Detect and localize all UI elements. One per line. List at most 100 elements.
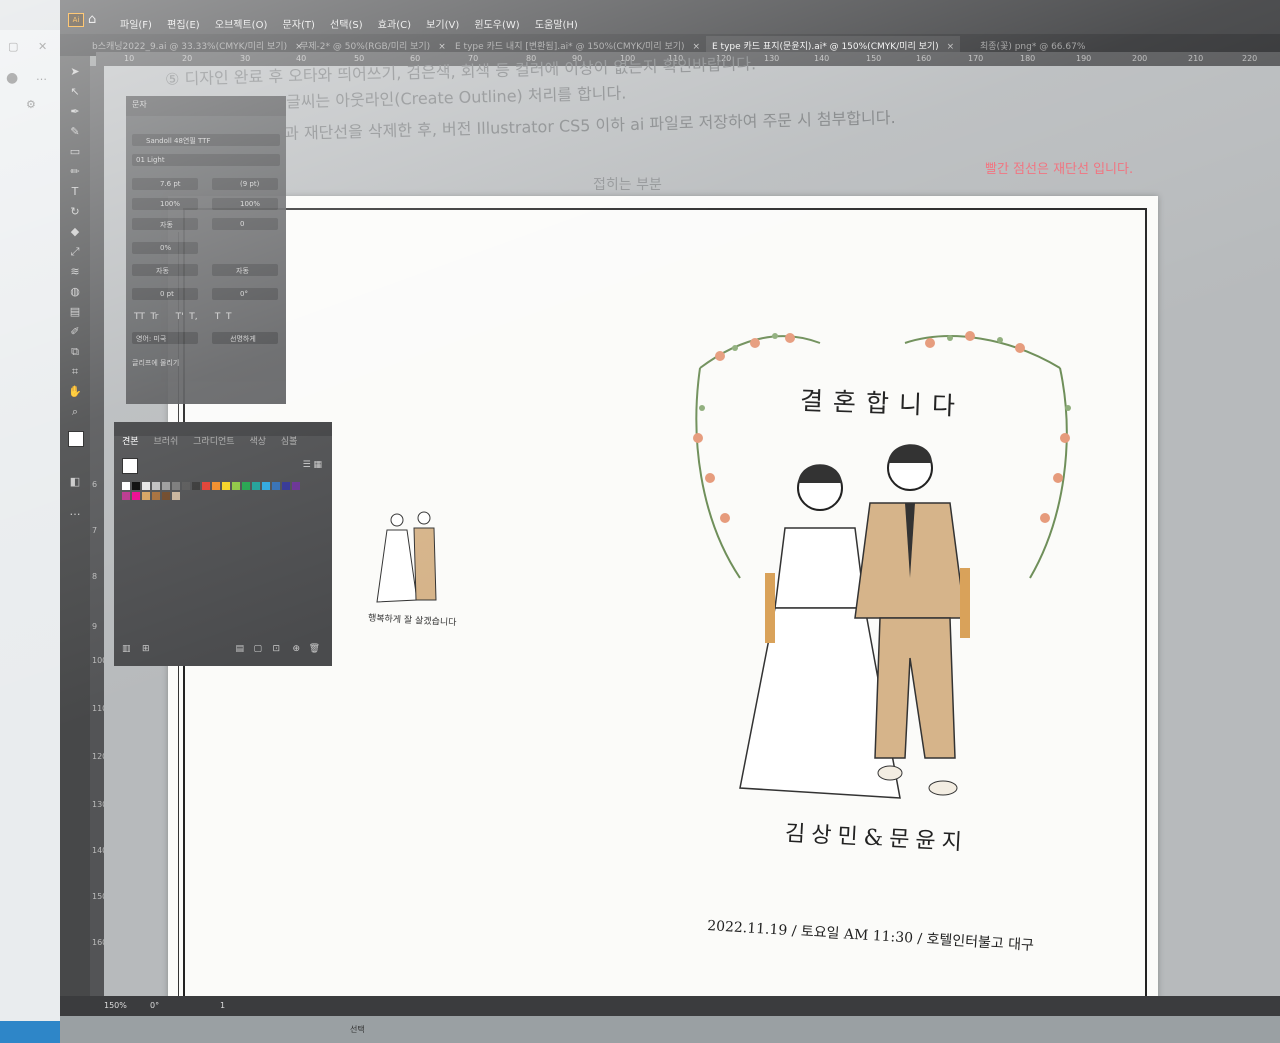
menu-edit[interactable]: 편집(E) — [167, 20, 200, 31]
color-swatch[interactable] — [132, 492, 140, 500]
color-swatch[interactable] — [222, 482, 230, 490]
tab-color[interactable]: 색상 — [249, 437, 266, 447]
color-swatch[interactable] — [162, 482, 170, 490]
color-swatch[interactable] — [232, 482, 240, 490]
tab-doc-3[interactable]: E type 카드 내지 [변환됨].ai* @ 150%(CMYK/미리 보기… — [455, 39, 700, 52]
settings-icon[interactable]: ⚙ — [26, 98, 36, 111]
language-select[interactable]: 영어: 미국 — [132, 332, 198, 344]
menu-help[interactable]: 도움말(H) — [535, 20, 578, 31]
brush-tool-icon[interactable]: ✎ — [68, 126, 82, 138]
color-swatch[interactable] — [292, 482, 300, 490]
color-swatch[interactable] — [142, 492, 150, 500]
close-icon[interactable]: ✕ — [38, 40, 47, 53]
card-title[interactable]: 결혼합니다 — [799, 381, 965, 423]
fill-stroke-icon[interactable] — [68, 431, 84, 447]
tab-brushes[interactable]: 브러쉬 — [153, 437, 178, 447]
baseline-shift-field[interactable]: 0 pt — [132, 288, 198, 300]
leading-field[interactable]: (9 pt) — [212, 178, 278, 190]
zoom-tool-icon[interactable]: ⌕ — [68, 406, 82, 418]
tab-swatches[interactable]: 견본 — [122, 437, 139, 447]
pen-tool-icon[interactable]: ✒ — [68, 106, 82, 118]
eraser-tool-icon[interactable]: ◆ — [68, 226, 82, 238]
antialias-select[interactable]: 선명하게 — [212, 332, 278, 344]
draw-mode-icon[interactable]: ◧ — [68, 476, 82, 488]
tab-symbols[interactable]: 심볼 — [281, 437, 298, 447]
show-swatch-kinds-icon[interactable]: ⊞ — [142, 644, 150, 654]
close-icon[interactable]: × — [438, 42, 446, 52]
shape-builder-tool-icon[interactable]: ◍ — [68, 286, 82, 298]
color-swatch[interactable] — [162, 492, 170, 500]
color-swatch[interactable] — [272, 482, 280, 490]
swatch-library-icon[interactable]: ▥ — [122, 644, 131, 654]
type-tool-icon[interactable]: T — [68, 186, 82, 198]
color-swatch[interactable] — [202, 482, 210, 490]
color-swatch[interactable] — [172, 492, 180, 500]
menu-object[interactable]: 오브젝트(O) — [215, 20, 267, 31]
menu-effect[interactable]: 효과(C) — [378, 20, 411, 31]
close-icon[interactable]: × — [947, 42, 955, 52]
color-swatch[interactable] — [192, 482, 200, 490]
font-family-select[interactable]: Sandoll 48연필 TTF — [132, 134, 280, 146]
color-swatch[interactable] — [132, 482, 140, 490]
hand-tool-icon[interactable]: ✋ — [68, 386, 82, 398]
font-size-field[interactable]: 7.6 pt — [132, 178, 198, 190]
avatar[interactable]: ● — [6, 70, 18, 86]
color-swatch[interactable] — [242, 482, 250, 490]
scale-tool-icon[interactable]: ⤢ — [68, 246, 82, 258]
color-swatch[interactable] — [122, 492, 130, 500]
menu-window[interactable]: 윈도우(W) — [474, 20, 519, 31]
text-style-buttons[interactable]: TT Tr T' T, T T — [134, 312, 232, 322]
auto-field-1[interactable]: 자동 — [132, 264, 198, 276]
menu-file[interactable]: 파일(F) — [120, 20, 152, 31]
color-swatch[interactable] — [182, 482, 190, 490]
tracking-field[interactable]: 0 — [212, 218, 278, 230]
menu-select[interactable]: 선택(S) — [330, 20, 363, 31]
gradient-tool-icon[interactable]: ▤ — [68, 306, 82, 318]
eyedropper-tool-icon[interactable]: ✐ — [68, 326, 82, 338]
color-swatch[interactable] — [172, 482, 180, 490]
artboard-page-number[interactable]: 1 — [220, 1001, 225, 1010]
rotate-tool-icon[interactable]: ↻ — [68, 206, 82, 218]
tab-gradient[interactable]: 그라디언트 — [193, 437, 234, 447]
auto-field-2[interactable]: 자동 — [212, 264, 278, 276]
minimize-icon[interactable]: ▢ — [8, 40, 18, 53]
more-icon[interactable]: … — [36, 70, 47, 83]
swatch-options-icon[interactable]: ▤ — [235, 644, 244, 654]
tab-doc-5[interactable]: 최종(꽃) png* @ 66.67% — [980, 39, 1085, 52]
small-couple-illustration[interactable] — [372, 510, 452, 610]
rotate-view[interactable]: 0° — [150, 1001, 159, 1010]
character-rotation-field[interactable]: 0° — [212, 288, 278, 300]
tab-doc-2[interactable]: 무제-2* @ 50%(RGB/미리 보기) × — [300, 39, 446, 52]
trash-icon[interactable]: 🗑 — [309, 644, 320, 654]
new-folder-icon[interactable]: ⊡ — [272, 644, 280, 654]
font-style-select[interactable]: 01 Light — [132, 154, 280, 166]
color-swatch[interactable] — [262, 482, 270, 490]
color-swatch[interactable] — [282, 482, 290, 490]
color-swatch[interactable] — [152, 482, 160, 490]
menu-type[interactable]: 문자(T) — [283, 20, 315, 31]
new-swatch-icon[interactable]: ⊕ — [292, 644, 300, 654]
vertical-scale-field[interactable]: 100% — [132, 198, 198, 210]
home-icon[interactable]: ⌂ — [88, 12, 96, 27]
kerning-field[interactable]: 자동 — [132, 218, 198, 230]
selection-tool-icon[interactable]: ➤ — [68, 66, 82, 78]
direct-selection-tool-icon[interactable]: ↖ — [68, 86, 82, 98]
color-swatch[interactable] — [152, 492, 160, 500]
color-swatch[interactable] — [122, 482, 130, 490]
more-tools-icon[interactable]: … — [68, 506, 82, 518]
menu-view[interactable]: 보기(V) — [426, 20, 459, 31]
artboard-tool-icon[interactable]: ⌗ — [68, 366, 82, 378]
tab-doc-1[interactable]: b스캐닝2022_9.ai @ 33.33%(CMYK/미리 보기) × — [92, 39, 303, 52]
close-icon[interactable]: × — [693, 42, 701, 52]
rotation-percent-field[interactable]: 0% — [132, 242, 198, 254]
pencil-tool-icon[interactable]: ✏ — [68, 166, 82, 178]
zoom-level[interactable]: 150% — [104, 1001, 127, 1010]
rectangle-tool-icon[interactable]: ▭ — [68, 146, 82, 158]
blend-tool-icon[interactable]: ⧉ — [68, 346, 82, 358]
color-group-icon[interactable]: ▢ — [253, 644, 262, 654]
color-swatch[interactable] — [142, 482, 150, 490]
list-view-icon[interactable]: ☰ ▦ — [303, 460, 322, 470]
color-swatch[interactable] — [212, 482, 220, 490]
width-tool-icon[interactable]: ≋ — [68, 266, 82, 278]
color-swatch[interactable] — [252, 482, 260, 490]
